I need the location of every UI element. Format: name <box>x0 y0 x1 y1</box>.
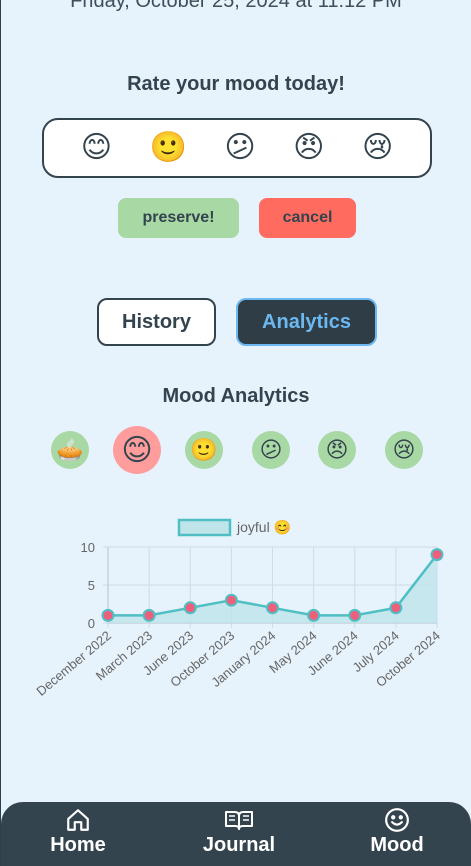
filter-sad-emoji[interactable]: 😢 <box>385 431 423 469</box>
mood-angry-emoji[interactable]: 😠 <box>293 133 324 163</box>
mood-line-chart: 0 5 10 December 2022 March 2023 June 2023 Octo… <box>1 510 471 740</box>
home-icon <box>18 806 138 834</box>
chart-y-tick-label: 0 <box>88 616 95 631</box>
nav-journal[interactable]: Journal <box>179 806 299 857</box>
smiley-icon <box>337 806 457 834</box>
filter-content-emoji[interactable]: 🙂 <box>185 431 223 469</box>
mood-chart-svg: 0510December 2022March 2023June 2023Octo… <box>33 518 444 699</box>
filter-confused-emoji[interactable]: 😕 <box>252 431 290 469</box>
mood-crying-emoji[interactable]: 😢 <box>362 133 393 163</box>
chart-y-tick-label: 10 <box>81 540 95 555</box>
book-icon <box>179 806 299 834</box>
chart-data-point <box>142 608 156 622</box>
chart-data-point <box>266 601 279 615</box>
chart-data-point <box>183 601 197 615</box>
mood-slight-smile-emoji[interactable]: 🙂 <box>150 133 187 163</box>
tab-analytics[interactable]: Analytics <box>236 298 377 346</box>
mood-actions: preserve! cancel <box>1 198 471 238</box>
chart-data-point <box>307 608 321 622</box>
nav-mood[interactable]: Mood <box>337 806 457 857</box>
mood-emoji-picker: 😊 🙂 😕 😠 😢 <box>42 118 432 178</box>
chart-data-point <box>389 601 403 615</box>
chart-data-point <box>430 548 444 562</box>
mood-smiling-emoji[interactable]: 😊 <box>81 133 112 163</box>
nav-home[interactable]: Home <box>18 806 138 857</box>
mood-filter-row: 🥧 😊 🙂 😕 😠 😢 <box>1 426 471 474</box>
tab-history[interactable]: History <box>97 298 216 346</box>
filter-joyful-emoji[interactable]: 😊 <box>113 426 161 474</box>
rate-mood-title: Rate your mood today! <box>127 73 345 95</box>
mood-analytics-title: Mood Analytics <box>162 385 310 407</box>
nav-journal-label: Journal <box>202 834 276 856</box>
cancel-button[interactable]: cancel <box>259 198 356 238</box>
current-datetime: Friday, October 25, 2024 at 11:12 PM <box>70 0 402 12</box>
bottom-nav: Home Journal Mood <box>1 802 471 866</box>
chart-data-point <box>348 608 362 622</box>
filter-all-pie-icon[interactable]: 🥧 <box>51 431 89 469</box>
filter-angry-emoji[interactable]: 😠 <box>318 431 356 469</box>
nav-home-label: Home <box>50 834 106 856</box>
nav-mood-label: Mood <box>370 834 424 856</box>
chart-legend-label: joyful 😊 <box>236 519 291 535</box>
chart-data-point <box>101 608 115 622</box>
chart-y-tick-label: 5 <box>88 578 95 593</box>
chart-legend-swatch <box>177 518 232 537</box>
preserve-button[interactable]: preserve! <box>118 198 239 238</box>
mood-confused-emoji[interactable]: 😕 <box>224 133 255 163</box>
chart-data-point <box>224 593 238 607</box>
